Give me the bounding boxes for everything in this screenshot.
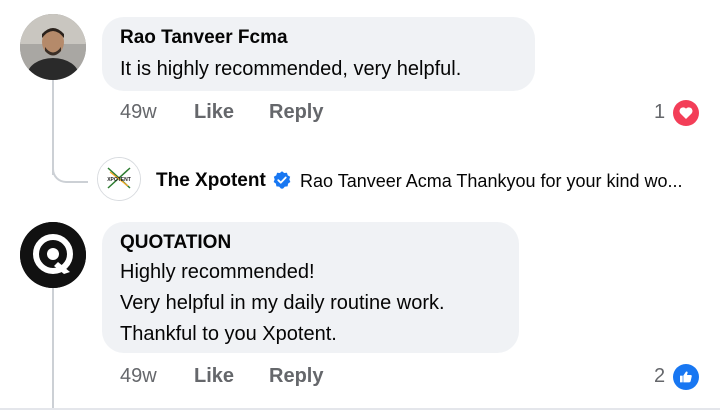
thread-line-curve [52, 165, 88, 183]
reaction-count: 1 [654, 101, 666, 123]
like-button[interactable]: Like [194, 101, 234, 124]
comment-bubble: Rao Tanveer Fcma It is highly recommende… [102, 17, 535, 91]
avatar[interactable] [20, 222, 86, 288]
reaction-summary[interactable]: 2 [652, 364, 702, 393]
like-thumb-icon [673, 364, 699, 390]
reply-author[interactable]: The Xpotent [156, 170, 266, 192]
comment-actions: 49w Like Reply [0, 365, 720, 391]
comment-time[interactable]: 49w [120, 101, 157, 124]
reaction-summary[interactable]: 1 [652, 100, 702, 129]
comment-author[interactable]: Rao Tanveer Fcma [120, 27, 517, 49]
comment-text: Thankful to you Xpotent. [120, 323, 337, 345]
svg-text:XPOTENT: XPOTENT [107, 177, 131, 183]
divider [0, 408, 720, 410]
thread-line [52, 288, 54, 410]
reply-text[interactable]: Rao Tanveer Acma Thankyou for your kind … [300, 170, 700, 192]
avatar[interactable] [20, 14, 86, 80]
thread-line [52, 80, 54, 175]
reaction-count: 2 [654, 365, 666, 387]
comment-bubble: QUOTATION Highly recommended! Very helpf… [102, 222, 519, 353]
comment-time[interactable]: 49w [120, 365, 157, 388]
verified-badge-icon [272, 170, 292, 190]
comment-actions: 49w Like Reply [0, 101, 720, 127]
reply-button[interactable]: Reply [269, 101, 323, 124]
reply-button[interactable]: Reply [269, 365, 323, 388]
comment-text: Highly recommended! [120, 261, 315, 283]
comment-author[interactable]: QUOTATION [120, 232, 501, 254]
avatar-xpotent[interactable]: XPOTENT [97, 157, 141, 201]
comment-text: Very helpful in my daily routine work. [120, 292, 445, 314]
comment-text: It is highly recommended, very helpful. [120, 58, 462, 80]
like-button[interactable]: Like [194, 365, 234, 388]
love-heart-icon [673, 100, 699, 126]
